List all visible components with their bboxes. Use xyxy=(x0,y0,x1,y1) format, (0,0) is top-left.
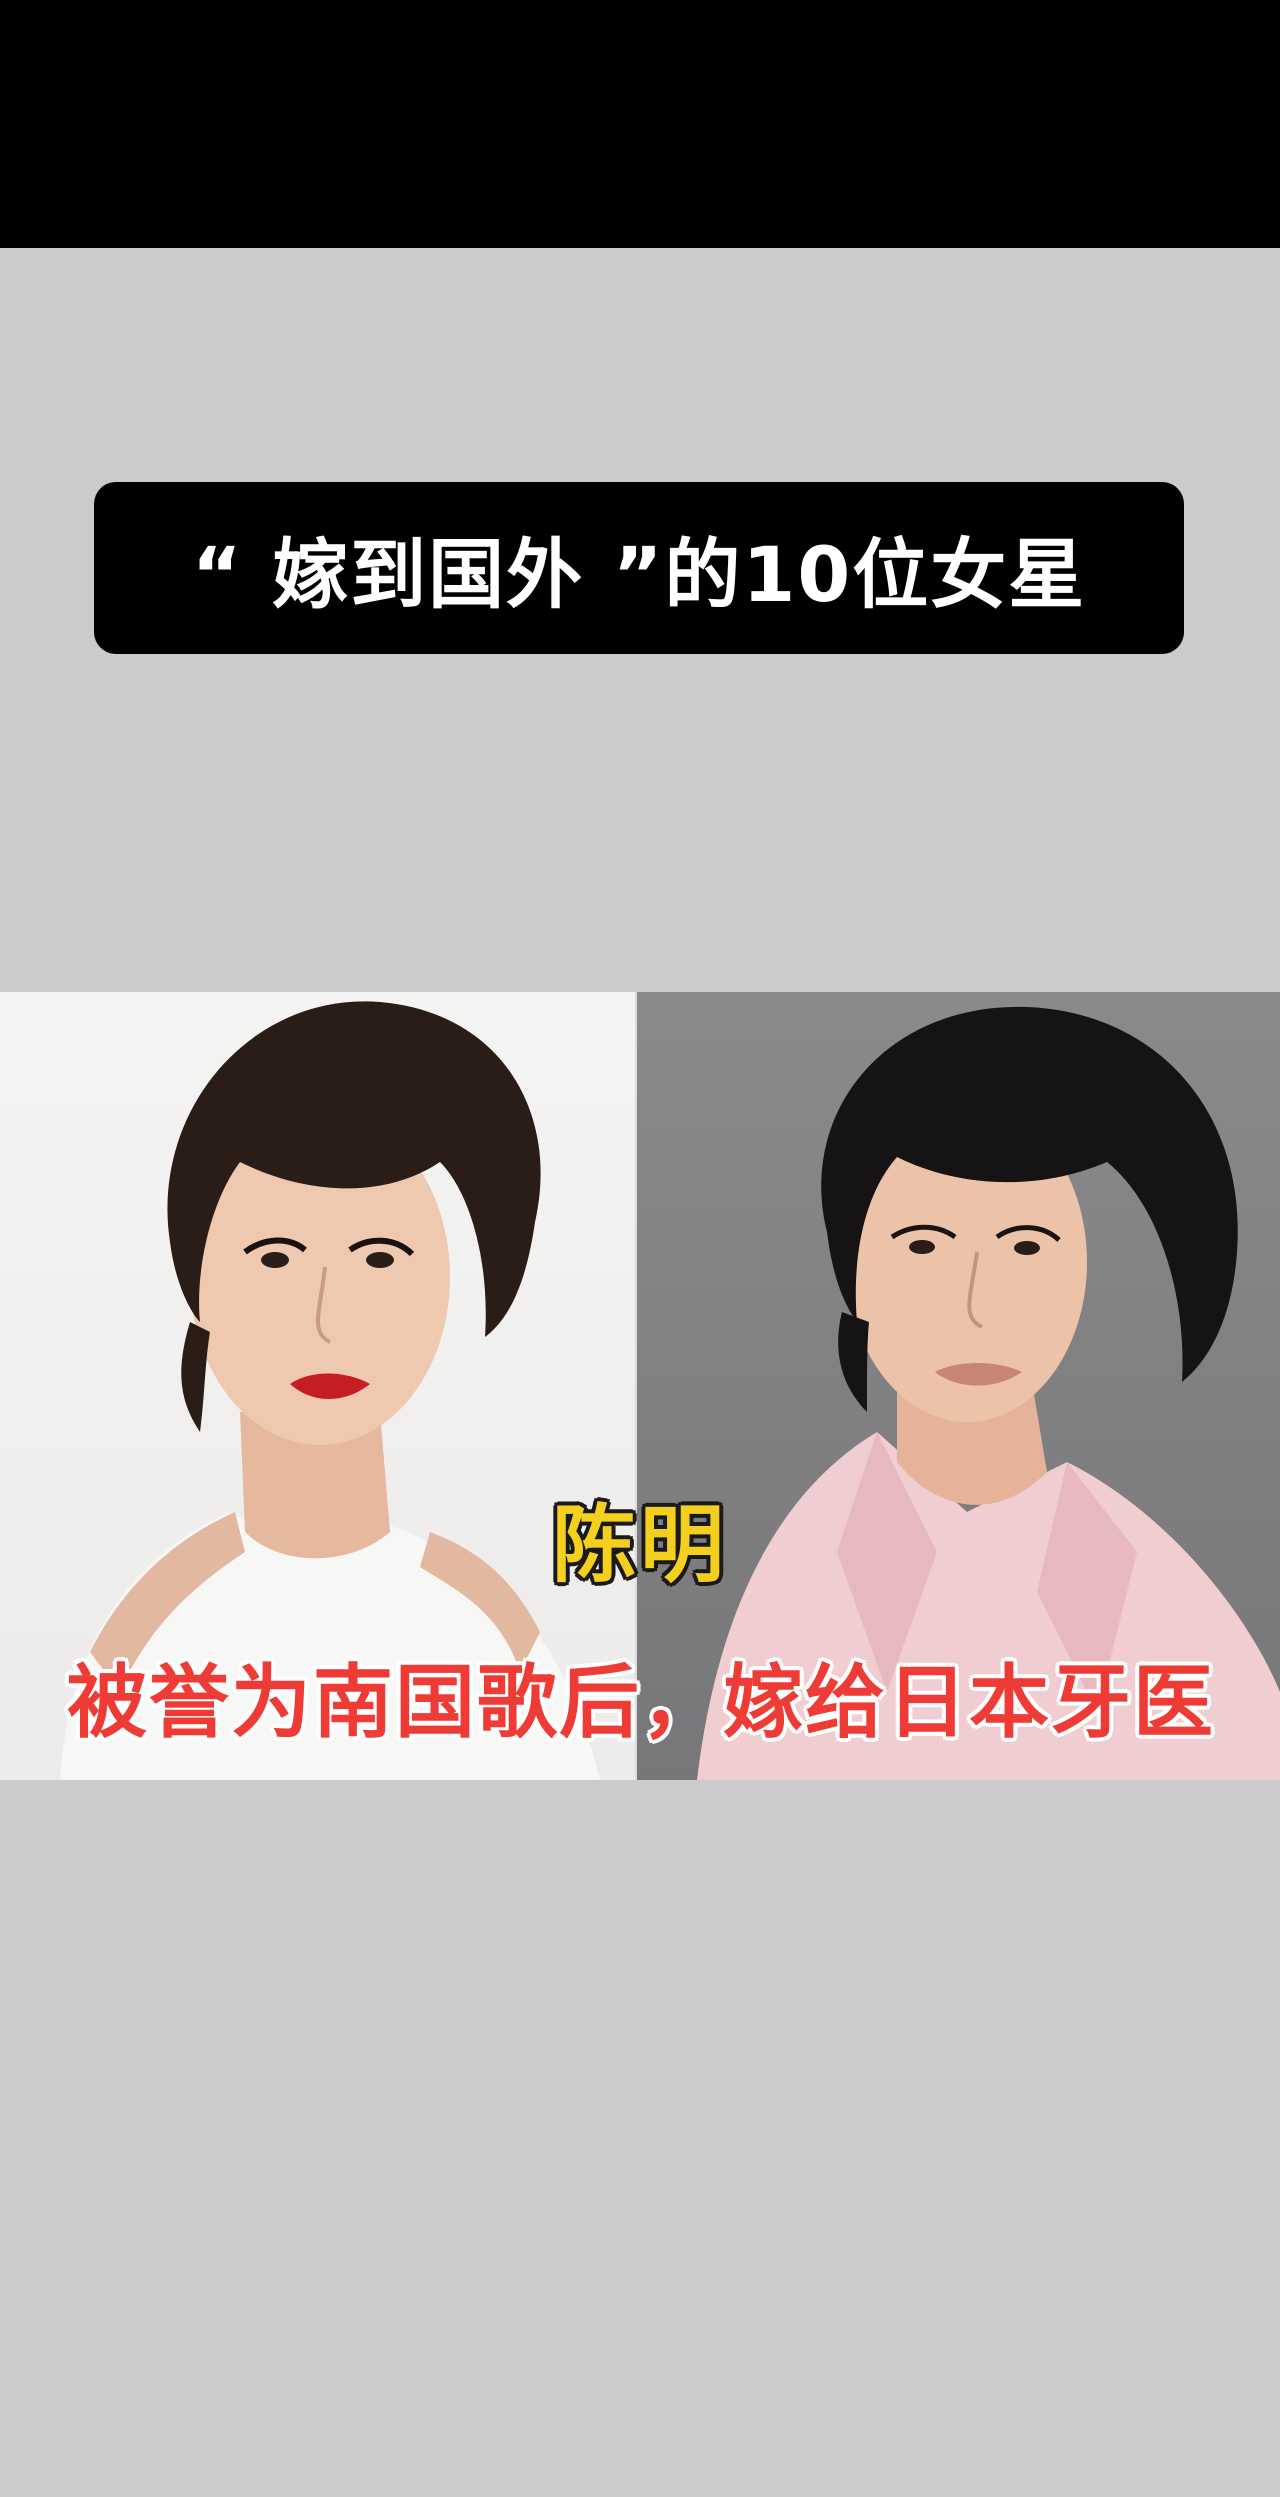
name-caption: 陈明 xyxy=(551,1496,728,1594)
top-black-bar xyxy=(0,0,1280,248)
title-text: “ 嫁到国外 ”的10位女星 xyxy=(191,530,1087,619)
title-banner: “ 嫁到国外 ”的10位女星 xyxy=(94,482,1184,654)
subtitle-caption: 被誉为南国歌后，嫁给日本牙医 xyxy=(67,1656,1215,1749)
